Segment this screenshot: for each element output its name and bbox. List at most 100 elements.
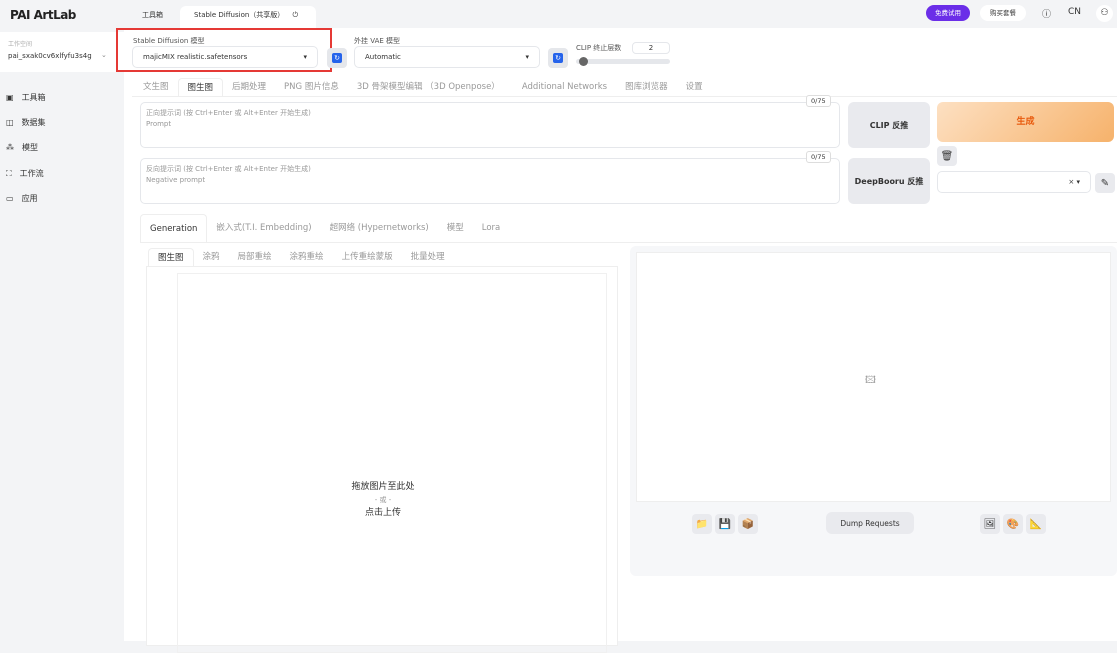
sidebar-item-label: 数据集	[21, 118, 46, 127]
buy-plan-button[interactable]: 购买套餐	[980, 5, 1026, 21]
tab-img2img[interactable]: 图生图	[177, 78, 224, 96]
sub-tabs: Generation 嵌入式(T.I. Embedding) 超网络 (Hype…	[140, 214, 509, 242]
click-upload-text[interactable]: 点击上传	[147, 507, 619, 520]
tab-hypernetworks[interactable]: 超网络 (Hypernetworks)	[321, 214, 438, 242]
sidebar-item-label: 工具箱	[21, 93, 46, 102]
save-icon[interactable]: 💾	[715, 514, 735, 534]
negative-sub: Negative prompt	[146, 176, 206, 184]
refresh-icon: ↻	[553, 53, 563, 63]
trash-icon[interactable]: 🗑	[937, 146, 957, 166]
send-to-inpaint-icon[interactable]: 🎨	[1003, 514, 1023, 534]
apps-icon: ▭	[6, 194, 14, 203]
image-upload-area[interactable]: 拖放图片至此处 - 或 - 点击上传	[146, 266, 619, 653]
clip-skip-input[interactable]: 2	[632, 42, 670, 54]
clear-dropdown-icon[interactable]: × ▾	[1068, 178, 1080, 186]
prompt-textarea[interactable]: 正向提示词 (按 Ctrl+Enter 或 Alt+Enter 开始生成) Pro…	[140, 102, 840, 148]
clip-interrogate-button[interactable]: CLIP 反推	[848, 102, 930, 148]
power-icon[interactable]: ⏻	[293, 11, 299, 19]
deepbooru-interrogate-button[interactable]: DeepBooru 反推	[848, 158, 930, 204]
tab-batch[interactable]: 批量处理	[402, 248, 454, 266]
dropdown-arrow-icon: ▾	[525, 53, 529, 61]
send-to-extras-icon[interactable]: 📐	[1026, 514, 1046, 534]
send-to-img2img-icon[interactable]: 🖼	[980, 514, 1000, 534]
drop-zone[interactable]	[177, 273, 607, 653]
negative-placeholder: 反向提示词 (按 Ctrl+Enter 或 Alt+Enter 开始生成)	[146, 165, 311, 173]
output-gallery: 🖾	[636, 252, 1111, 502]
dropdown-arrow-icon: ▾	[303, 53, 307, 61]
tab-inpaint-sketch[interactable]: 涂鸦重绘	[281, 248, 333, 266]
styles-select[interactable]: × ▾	[937, 171, 1091, 193]
open-folder-icon[interactable]: 📁	[692, 514, 712, 534]
model-icon: ⁂	[6, 143, 14, 152]
clip-skip-slider[interactable]	[576, 59, 670, 64]
sd-model-select[interactable]: majicMIX realistic.safetensors ▾	[132, 46, 318, 68]
tab-additional-networks[interactable]: Additional Networks	[513, 78, 616, 96]
tab-extras[interactable]: 后期处理	[223, 78, 275, 96]
negative-token-count: 0/75	[806, 151, 831, 163]
prompt-sub: Prompt	[146, 120, 172, 128]
sidebar-item-workflow[interactable]: ⛶ 工作流	[6, 166, 44, 182]
sidebar-item-toolbox[interactable]: ▣ 工具箱	[6, 90, 46, 106]
prompt-placeholder: 正向提示词 (按 Ctrl+Enter 或 Alt+Enter 开始生成)	[146, 109, 311, 117]
tab-img2img-sub[interactable]: 图生图	[148, 248, 194, 266]
zip-icon[interactable]: 📦	[738, 514, 758, 534]
main-panel: Stable Diffusion 模型 majicMIX realistic.s…	[116, 28, 1117, 653]
tab-settings[interactable]: 设置	[677, 78, 712, 96]
tab-openpose[interactable]: 3D 骨架模型编辑 （3D Openpose）	[348, 78, 509, 96]
tab-label: Stable Diffusion（共享版）	[194, 11, 285, 19]
workspace-name: pai_sxak0cv6xlfyfu3s4g	[8, 52, 92, 60]
sidebar-item-label: 应用	[21, 194, 38, 203]
tab-lora[interactable]: Lora	[473, 214, 510, 242]
top-bar: PAI ArtLab 工具箱 Stable Diffusion（共享版） ⏻ 免…	[0, 0, 1117, 28]
tab-stable-diffusion[interactable]: Stable Diffusion（共享版） ⏻	[180, 6, 316, 28]
dump-requests-button[interactable]: Dump Requests	[826, 512, 914, 534]
tab-generation[interactable]: Generation	[140, 214, 208, 242]
drop-text: 拖放图片至此处	[351, 482, 415, 492]
or-text: - 或 -	[374, 496, 392, 504]
sidebar-item-apps[interactable]: ▭ 应用	[6, 191, 38, 207]
clip-skip-label: CLIP 终止层数	[576, 44, 622, 52]
logo: PAI ArtLab	[10, 8, 76, 22]
img2img-tabs: 图生图 涂鸦 局部重绘 涂鸦重绘 上传重绘蒙版 批量处理	[148, 248, 454, 266]
pencil-icon[interactable]: ✎	[1095, 173, 1115, 193]
vae-select[interactable]: Automatic ▾	[354, 46, 540, 68]
dataset-icon: ◫	[6, 118, 14, 127]
tab-inpaint-upload[interactable]: 上传重绘蒙版	[333, 248, 402, 266]
sd-model-value: majicMIX realistic.safetensors	[143, 53, 248, 61]
user-avatar-icon[interactable]: ⚇	[1096, 5, 1113, 22]
tab-png-info[interactable]: PNG 图片信息	[275, 78, 348, 96]
tab-txt2img[interactable]: 文生图	[134, 78, 178, 96]
workflow-icon: ⛶	[6, 169, 12, 178]
sidebar: 工作空间 pai_sxak0cv6xlfyfu3s4g ⌄ ▣ 工具箱 ◫ 数据集 …	[0, 28, 124, 641]
workspace-selector[interactable]: 工作空间 pai_sxak0cv6xlfyfu3s4g ⌄	[0, 32, 124, 72]
toolbox-icon: ▣	[6, 93, 14, 102]
refresh-icon: ↻	[332, 53, 342, 63]
help-icon[interactable]: ⓘ	[1042, 7, 1051, 20]
vae-value: Automatic	[365, 53, 401, 61]
image-placeholder-icon: 🖾	[865, 375, 876, 386]
main-tabs: 文生图 图生图 后期处理 PNG 图片信息 3D 骨架模型编辑 （3D Open…	[134, 78, 712, 96]
refresh-vae-button[interactable]: ↻	[548, 48, 568, 68]
tab-toolbox[interactable]: 工具箱	[128, 6, 177, 28]
sidebar-item-model[interactable]: ⁂ 模型	[6, 140, 38, 156]
sidebar-item-label: 模型	[22, 143, 38, 152]
prompt-token-count: 0/75	[806, 95, 831, 107]
tab-models[interactable]: 模型	[438, 214, 473, 242]
sidebar-item-label: 工作流	[19, 169, 44, 178]
tab-inpaint[interactable]: 局部重绘	[229, 248, 281, 266]
tab-sketch[interactable]: 涂鸦	[194, 248, 229, 266]
slider-thumb[interactable]	[579, 57, 588, 66]
tab-embedding[interactable]: 嵌入式(T.I. Embedding)	[207, 214, 320, 242]
refresh-model-button[interactable]: ↻	[327, 48, 347, 68]
divider	[140, 242, 1117, 243]
sd-model-label: Stable Diffusion 模型	[133, 37, 205, 45]
tab-gallery[interactable]: 图库浏览器	[616, 78, 677, 96]
language-toggle[interactable]: CN	[1068, 7, 1081, 17]
free-trial-button[interactable]: 免费试用	[926, 5, 970, 21]
sidebar-item-dataset[interactable]: ◫ 数据集	[6, 115, 46, 131]
divider	[132, 96, 1117, 97]
vae-label: 外挂 VAE 模型	[354, 37, 401, 45]
negative-prompt-textarea[interactable]: 反向提示词 (按 Ctrl+Enter 或 Alt+Enter 开始生成) Neg…	[140, 158, 840, 204]
generate-button[interactable]: 生成	[937, 102, 1114, 142]
chevron-down-icon: ⌄	[101, 51, 107, 59]
